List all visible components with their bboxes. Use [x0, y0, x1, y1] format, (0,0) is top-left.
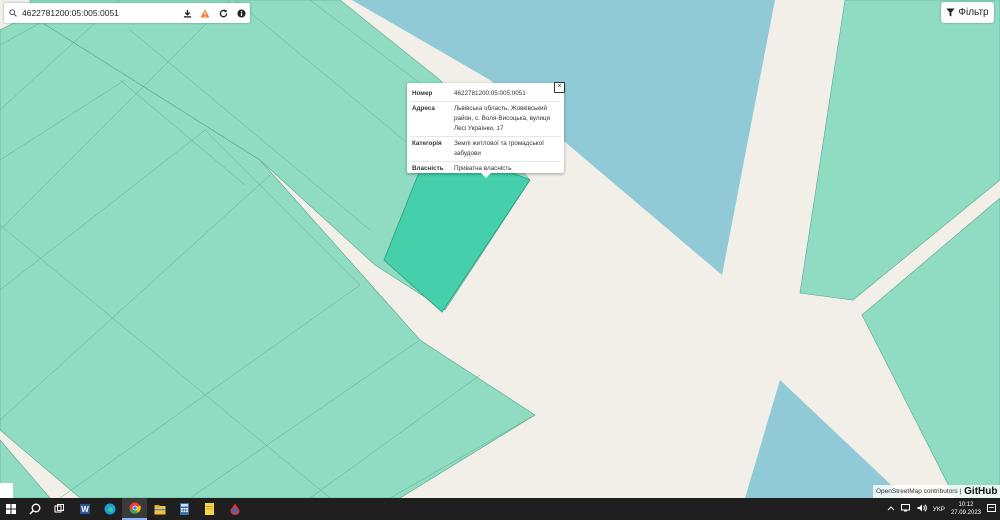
filter-button[interactable]: Фільтр [941, 2, 994, 23]
task-view-icon[interactable] [47, 498, 72, 520]
speaker-icon[interactable] [917, 504, 927, 514]
row-key: Власність [412, 165, 444, 172]
system-tray: УКР 10:12 27.09.2023 [887, 498, 996, 520]
row-value: Землі житлової та громадської забудови [453, 136, 561, 162]
row-value: 4622781200:05:005:0051 [453, 87, 561, 102]
filter-label: Фільтр [958, 7, 989, 18]
table-row: Адреса Львівська область, Жовківський ра… [411, 101, 561, 137]
table-row: Номер 4622781200:05:005:0051 [411, 87, 561, 102]
row-key: Номер [411, 87, 453, 102]
notes-icon[interactable] [197, 498, 222, 520]
edge-icon[interactable] [97, 498, 122, 520]
filter-icon [946, 8, 955, 17]
chevron-up-icon[interactable] [887, 505, 895, 513]
row-value: Приватна власність [454, 165, 512, 172]
github-link[interactable]: GitHub [964, 486, 997, 497]
svg-text:W: W [81, 505, 89, 514]
refresh-icon[interactable] [214, 3, 232, 23]
attribution-link[interactable]: OpenStreetMap contributors | [876, 488, 961, 495]
clock-time: 10:12 [958, 502, 974, 508]
warning-icon[interactable] [196, 3, 214, 23]
info-icon[interactable] [232, 3, 250, 23]
table-row: Категорія Землі житлової та громадської … [411, 136, 561, 162]
map-attribution: OpenStreetMap contributors | GitHub [873, 485, 1000, 498]
windows-taskbar: W УКР 10:12 27.09.2023 [0, 498, 1000, 520]
parcel-info-table: Номер 4622781200:05:005:0051 Адреса Льві… [411, 87, 561, 176]
popup-tip [480, 172, 492, 178]
row-value: Львівська область, Жовківський район, с.… [453, 101, 561, 137]
network-icon[interactable] [900, 504, 911, 514]
keyboard-language[interactable]: УКР [933, 506, 945, 513]
parcel-info-popup: × Номер 4622781200:05:005:0051 Адреса Ль… [407, 82, 565, 178]
search-icon[interactable] [4, 9, 22, 17]
row-key: Категорія [411, 136, 453, 162]
map-corner-control[interactable] [0, 483, 13, 498]
chrome-icon[interactable] [122, 498, 147, 520]
map-canvas[interactable] [0, 0, 1000, 498]
drop-app-icon[interactable] [222, 498, 247, 520]
word-icon[interactable]: W [72, 498, 97, 520]
map-layer [0, 0, 1000, 498]
search-input[interactable] [22, 8, 172, 18]
clock-date: 27.09.2023 [950, 510, 981, 516]
row-key: Адреса [411, 101, 453, 137]
calculator-icon[interactable] [172, 498, 197, 520]
clock[interactable]: 10:12 27.09.2023 [951, 501, 981, 517]
download-icon[interactable] [178, 3, 196, 23]
search-bar [4, 3, 250, 23]
search-icon[interactable] [22, 498, 47, 520]
windows-start-icon[interactable] [0, 498, 22, 520]
file-explorer-icon[interactable] [147, 498, 172, 520]
notification-icon[interactable] [987, 503, 996, 515]
